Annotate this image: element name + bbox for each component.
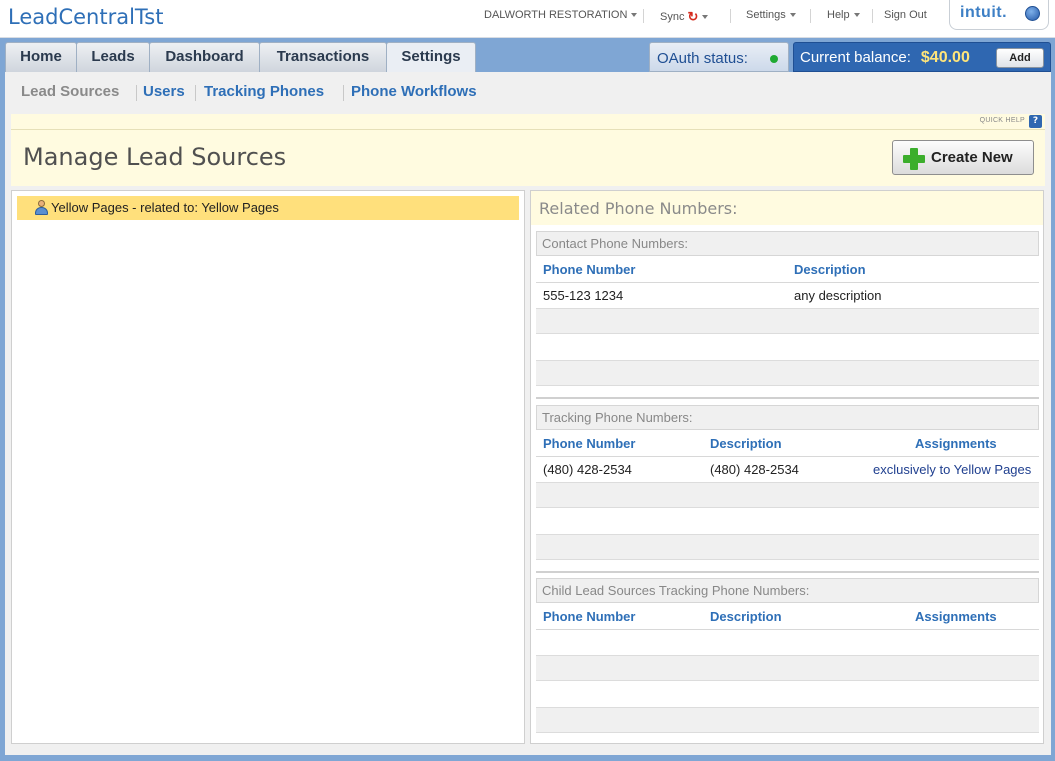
create-new-label: Create New (931, 149, 1013, 166)
divider (536, 571, 1039, 573)
section-title: Tracking Phone Numbers: (536, 405, 1039, 430)
divider (643, 9, 644, 23)
column-header[interactable]: Phone Number (543, 436, 635, 451)
sync-menu[interactable]: Sync ↻ (660, 9, 709, 25)
divider (810, 9, 811, 23)
divider (872, 9, 873, 23)
subnav-phone-workflows[interactable]: Phone Workflows (351, 83, 477, 100)
column-header[interactable]: Phone Number (543, 609, 635, 624)
divider (536, 629, 1039, 630)
top-bar: LeadCentralTst DALWORTH RESTORATION Sync… (0, 0, 1055, 38)
divider (536, 282, 1039, 283)
page-header: QUICK HELP ? Manage Lead Sources Create … (11, 114, 1045, 186)
status-dot-icon (770, 55, 778, 63)
oauth-status: OAuth status: (649, 42, 789, 72)
lead-source-tree: Yellow Pages - related to: Yellow Pages (11, 190, 525, 744)
create-new-button[interactable]: Create New (892, 140, 1034, 175)
balance-amount: $40.00 (920, 49, 970, 66)
balance-box: Current balance: $40.00 Add (793, 42, 1051, 72)
subnav-users[interactable]: Users (143, 83, 185, 100)
tree-item[interactable]: Yellow Pages - related to: Yellow Pages (17, 196, 519, 220)
chevron-down-icon (702, 15, 709, 20)
sign-out-link[interactable]: Sign Out (884, 9, 927, 21)
table-row (536, 534, 1039, 560)
chevron-down-icon (789, 13, 796, 18)
table-row (536, 655, 1039, 681)
page-title: Manage Lead Sources (23, 143, 287, 171)
divider (136, 85, 137, 101)
phone-number-cell: (480) 428-2534 (543, 462, 632, 477)
subnav-tracking-phones[interactable]: Tracking Phones (204, 83, 324, 100)
divider (536, 397, 1039, 399)
table-row (536, 707, 1039, 733)
tab-settings[interactable]: Settings (386, 42, 476, 74)
help-icon[interactable]: ? (1029, 115, 1042, 128)
column-header[interactable]: Description (710, 609, 782, 624)
sync-label: Sync (660, 11, 685, 23)
column-header[interactable]: Assignments (915, 436, 997, 451)
account-menu[interactable]: DALWORTH RESTORATION (484, 9, 638, 21)
sync-icon: ↻ (687, 9, 699, 24)
contact-phones-section: Contact Phone Numbers: Phone Number Desc… (536, 231, 1039, 399)
child-tracking-phones-section: Child Lead Sources Tracking Phone Number… (536, 578, 1039, 738)
app-title[interactable]: LeadCentralTst (8, 5, 163, 29)
intuit-globe-icon (1025, 6, 1040, 21)
settings-menu[interactable]: Settings (746, 9, 796, 21)
quick-help-label[interactable]: QUICK HELP (980, 117, 1025, 124)
column-header[interactable]: Phone Number (543, 262, 635, 277)
section-title: Contact Phone Numbers: (536, 231, 1039, 256)
settings-label: Settings (746, 9, 786, 21)
related-phones-pane: Related Phone Numbers: Contact Phone Num… (530, 190, 1044, 744)
oauth-label: OAuth status: (657, 50, 748, 67)
settings-panel: Lead Sources Users Tracking Phones Phone… (5, 72, 1051, 755)
column-header[interactable]: Assignments (915, 609, 997, 624)
help-label: Help (827, 9, 850, 21)
account-name: DALWORTH RESTORATION (484, 9, 628, 21)
plus-icon (903, 148, 925, 170)
intuit-badge[interactable]: intuit. (949, 0, 1049, 30)
section-title: Child Lead Sources Tracking Phone Number… (536, 578, 1039, 603)
divider (343, 85, 344, 101)
person-icon (34, 200, 48, 216)
add-funds-button[interactable]: Add (996, 48, 1044, 68)
divider (11, 129, 1045, 130)
intuit-logo: intuit. (960, 4, 1008, 21)
tab-home[interactable]: Home (5, 42, 77, 72)
table-row (536, 308, 1039, 334)
subnav-lead-sources[interactable]: Lead Sources (21, 83, 119, 100)
description-cell: any description (794, 288, 882, 303)
balance-label: Current balance: (800, 49, 911, 66)
chevron-down-icon (631, 13, 638, 18)
related-phones-title: Related Phone Numbers: (531, 191, 1043, 225)
tab-transactions[interactable]: Transactions (259, 42, 387, 72)
description-cell: (480) 428-2534 (710, 462, 799, 477)
column-header[interactable]: Description (794, 262, 866, 277)
divider (730, 9, 731, 23)
phone-number-cell: 555-123 1234 (543, 288, 624, 303)
divider (195, 85, 196, 101)
tracking-phones-section: Tracking Phone Numbers: Phone Number Des… (536, 405, 1039, 573)
help-menu[interactable]: Help (827, 9, 860, 21)
table-row (536, 360, 1039, 386)
chevron-down-icon (853, 13, 860, 18)
divider (536, 456, 1039, 457)
tree-item-label: Yellow Pages - related to: Yellow Pages (51, 200, 279, 215)
tab-leads[interactable]: Leads (76, 42, 150, 72)
assignment-link[interactable]: exclusively to Yellow Pages (873, 462, 1039, 477)
table-row (536, 482, 1039, 508)
tab-dashboard[interactable]: Dashboard (149, 42, 260, 72)
column-header[interactable]: Description (710, 436, 782, 451)
